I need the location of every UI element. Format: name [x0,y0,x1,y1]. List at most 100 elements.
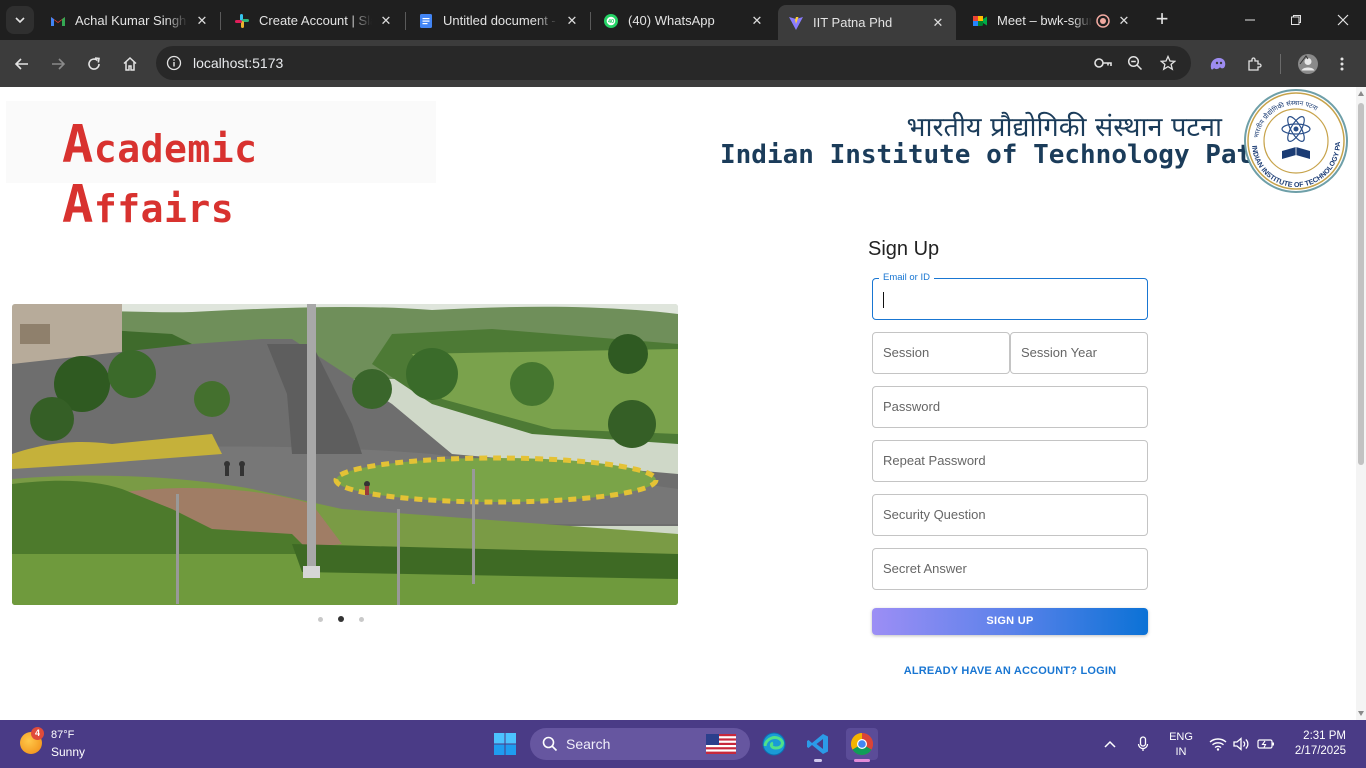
tab-search-button[interactable] [6,6,34,34]
whatsapp-badge: 40 [608,19,614,25]
url-text: localhost:5173 [193,55,284,71]
minimize-button[interactable] [1238,8,1262,32]
forward-button[interactable] [46,52,70,76]
windows-start-icon[interactable] [493,732,517,756]
tab-separator [405,12,406,30]
tab-separator [220,12,221,30]
extensions-menu-button[interactable] [1243,52,1267,76]
back-button[interactable] [10,52,34,76]
restore-icon [1291,15,1301,25]
session-year-field[interactable]: Session Year [1010,332,1148,374]
tab-gmail[interactable]: Achal Kumar Singh has invited you to wor… [40,5,220,36]
microphone-icon [1137,736,1149,751]
tab-title: Untitled document - Google Docs [443,13,558,28]
weather-temperature: 87°F [51,729,75,741]
close-window-button[interactable] [1331,8,1355,32]
session-field[interactable]: Session [872,332,1010,374]
bookmark-button[interactable] [1158,53,1178,73]
volume-button[interactable] [1232,734,1252,754]
whatsapp-icon: 40 [604,13,618,28]
battery-button[interactable] [1256,734,1276,754]
site-title: Academic Affairs [62,115,258,235]
close-icon[interactable]: ✕ [378,13,394,29]
weather-badge: 4 [31,727,44,740]
sign-up-button[interactable]: SIGN UP [872,608,1148,635]
page-scrollbar[interactable] [1356,87,1366,720]
show-hidden-icons-button[interactable] [1100,734,1120,754]
text-cursor [883,292,885,308]
clock-date: 2/17/2025 [1294,745,1346,757]
speaker-icon [1233,737,1249,751]
taskbar-search-label: Search [566,736,611,752]
profile-button[interactable] [1296,52,1320,76]
tab-title: Meet – bwk-sgur [997,13,1092,28]
campus-image-carousel[interactable] [12,304,678,605]
chrome-menu-button[interactable] [1330,52,1354,76]
scroll-up-arrow[interactable] [1358,91,1364,96]
tab-slack[interactable]: Create Account | Slack ✕ [224,5,404,36]
slack-icon [235,13,249,28]
tab-title: (40) WhatsApp [628,13,715,28]
new-tab-button[interactable]: + [1150,8,1174,32]
tab-iit-patna-phd[interactable]: IIT Patna Phd ✕ [778,5,956,40]
taskbar-search[interactable]: Search [530,728,750,760]
restore-button[interactable] [1284,8,1308,32]
wifi-button[interactable] [1208,734,1228,754]
taskbar-edge[interactable] [758,728,790,760]
vscode-icon [807,734,828,754]
running-indicator [814,759,822,762]
taskbar-vscode[interactable] [802,728,834,762]
meet-icon [973,15,987,26]
repeat-password-field[interactable]: Repeat Password [872,440,1148,482]
battery-icon [1257,739,1274,749]
reload-button[interactable] [82,52,106,76]
close-icon[interactable]: ✕ [1116,13,1132,29]
info-icon [166,55,182,71]
scroll-thumb[interactable] [1358,103,1364,465]
tab-google-docs[interactable]: Untitled document - Google Docs ✕ [408,5,590,36]
tab-google-meet[interactable]: Meet – bwk-sgur ✕ [962,5,1142,36]
zoom-button[interactable] [1125,53,1145,73]
zoom-icon [1127,55,1143,71]
close-icon[interactable]: ✕ [564,13,580,29]
email-field-label: Email or ID [879,272,934,283]
close-icon[interactable]: ✕ [749,13,765,29]
close-icon[interactable]: ✕ [194,13,210,29]
close-icon[interactable]: ✕ [930,15,946,31]
password-manager-button[interactable] [1093,53,1113,73]
recording-icon [1096,13,1110,28]
language-indicator[interactable]: ENG IN [1166,730,1196,760]
chevron-down-icon [15,17,25,24]
brand-banner: Academic Affairs [6,101,436,235]
tab-whatsapp[interactable]: 40 (40) WhatsApp ✕ [593,5,775,36]
carousel-dot-2[interactable] [338,616,344,622]
windows-taskbar: 4 87°F Sunny Search ENG IN 2:31 PM 2/17/… [0,720,1366,768]
taskbar-chrome[interactable] [846,728,878,762]
secret-answer-placeholder: Secret Answer [883,561,967,576]
tab-separator [590,12,591,30]
microphone-button[interactable] [1133,734,1153,754]
email-field[interactable]: Email or ID [872,272,1148,320]
carousel-dot-3[interactable] [359,616,364,622]
extension-button[interactable] [1206,52,1230,76]
wifi-icon [1209,738,1227,751]
site-info-button[interactable] [164,53,184,73]
password-field[interactable]: Password [872,386,1148,428]
flag-icon [706,734,736,754]
repeat-password-placeholder: Repeat Password [883,453,986,468]
login-link[interactable]: ALREADY HAVE AN ACCOUNT? LOGIN [872,665,1148,677]
docs-icon [420,13,432,28]
system-clock[interactable]: 2:31 PM 2/17/2025 [1282,729,1346,759]
active-indicator [854,759,870,762]
close-icon [1337,14,1349,26]
search-icon [542,736,558,752]
carousel-dot-1[interactable] [318,616,323,622]
security-question-field[interactable]: Security Question [872,494,1148,536]
secret-answer-field[interactable]: Secret Answer [872,548,1148,590]
iit-patna-logo: INDIAN INSTITUTE OF TECHNOLOGY PATNA भार… [1242,89,1348,193]
scroll-down-arrow[interactable] [1358,711,1364,716]
browser-tab-strip: Achal Kumar Singh has invited you to wor… [0,0,1366,40]
home-button[interactable] [118,52,142,76]
address-bar[interactable]: localhost:5173 [156,46,1191,80]
more-vertical-icon [1340,57,1344,71]
